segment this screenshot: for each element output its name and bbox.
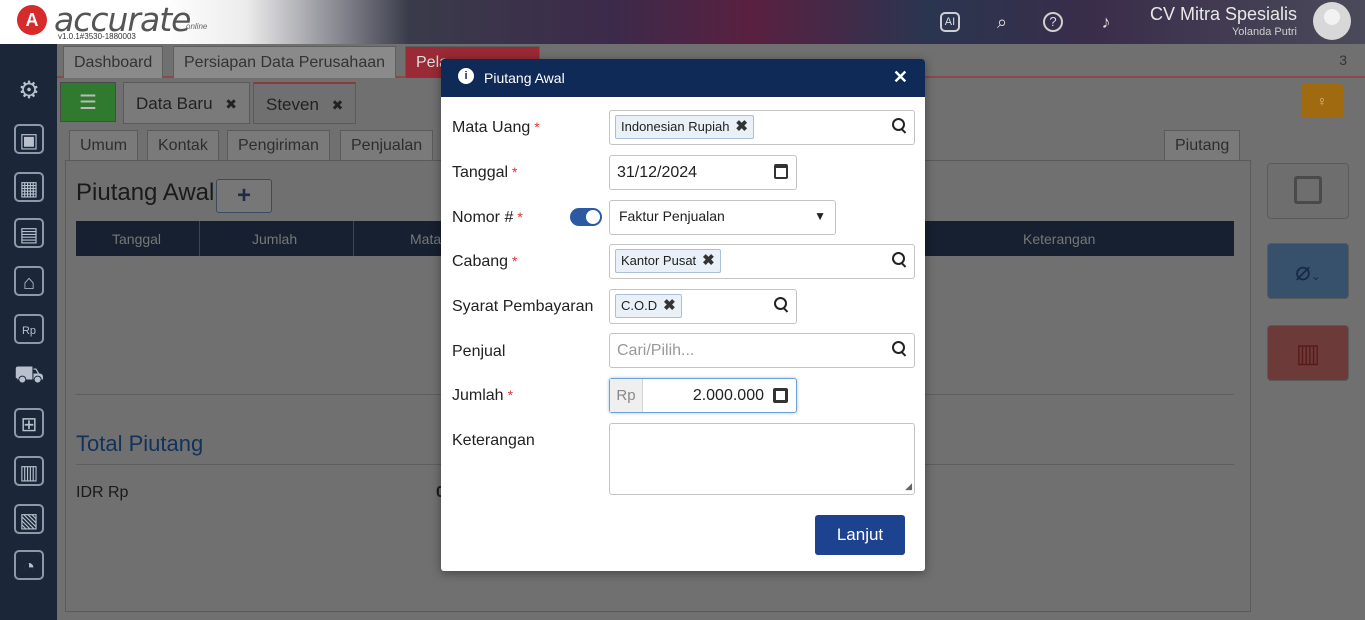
branch-label: Cabang *	[452, 253, 518, 270]
terms-field[interactable]: C.O.D ✖	[609, 289, 797, 324]
currency-field[interactable]: Indonesian Rupiah ✖	[609, 110, 915, 145]
calendar-icon[interactable]	[774, 164, 788, 179]
calculator-icon[interactable]	[773, 388, 788, 403]
money-bag-icon[interactable]: Rp	[14, 314, 44, 344]
tab-umum[interactable]: Umum	[69, 130, 139, 160]
tab-kontak[interactable]: Kontak	[147, 130, 219, 160]
notes-textarea[interactable]: ◢	[609, 423, 915, 495]
info-icon: i	[458, 68, 474, 84]
amount-value: 2.000.000	[692, 387, 764, 404]
seller-placeholder: Cari/Pilih...	[617, 342, 695, 359]
branch-field[interactable]: Kantor Pusat ✖	[609, 244, 915, 279]
save-icon	[1294, 176, 1322, 204]
app-edition: online	[186, 22, 208, 31]
tab-persiapan[interactable]: Persiapan Data Perusahaan	[173, 46, 397, 78]
currency-prefix: Rp	[610, 379, 643, 412]
dialog-header: i Piutang Awal ✕	[441, 59, 925, 97]
cart-icon[interactable]: ⛟	[14, 360, 44, 390]
col-keterangan: Keterangan	[1023, 231, 1096, 247]
trash-icon: ▥	[1295, 338, 1321, 368]
delete-button[interactable]: ▥	[1267, 325, 1349, 381]
tab-label: Data Baru	[136, 94, 213, 113]
number-type-value: Faktur Penjualan	[619, 208, 725, 224]
branch-tag: Kantor Pusat ✖	[615, 249, 721, 273]
tab-pengiriman[interactable]: Pengiriman	[227, 130, 330, 160]
search-icon[interactable]: ⌕	[990, 10, 1014, 34]
company-name[interactable]: CV Mitra Spesialis	[1150, 4, 1297, 25]
tab-piutang[interactable]: Piutang	[1164, 130, 1241, 160]
terms-label: Syarat Pembayaran	[452, 298, 594, 315]
amount-label: Jumlah *	[452, 387, 514, 404]
dialog-title: Piutang Awal	[484, 70, 565, 86]
panel-title: Piutang Awal	[76, 179, 215, 206]
ai-icon[interactable]: AI	[940, 12, 960, 32]
factory-icon[interactable]: ▥	[14, 456, 44, 486]
col-tanggal: Tanggal	[112, 231, 162, 247]
remove-tag-icon[interactable]: ✖	[663, 297, 676, 314]
chevron-down-icon: ⌄	[1310, 269, 1321, 283]
date-label: Tanggal *	[452, 164, 518, 181]
sidebar: ⚙ ▣ ▦ ▤ ⌂ Rp ⛟ ⊞ ▥ ▧ ◔	[0, 44, 57, 620]
search-icon[interactable]	[892, 118, 908, 134]
currency-tag: Indonesian Rupiah ✖	[615, 115, 754, 139]
auto-number-toggle[interactable]	[570, 208, 602, 226]
seller-field[interactable]: Cari/Pilih...	[609, 333, 915, 368]
search-icon[interactable]	[892, 252, 908, 268]
paperclip-icon: ⌀	[1295, 256, 1311, 286]
lightbulb-icon[interactable]: ♀	[1301, 84, 1343, 118]
notes-label: Keterangan	[452, 432, 535, 449]
search-icon[interactable]	[774, 297, 790, 313]
piutang-awal-dialog: i Piutang Awal ✕ Mata Uang * Indonesian R…	[441, 59, 925, 571]
amount-field[interactable]: Rp 2.000.000	[609, 378, 797, 413]
tab-steven[interactable]: Steven ✖	[253, 82, 357, 124]
currency-label: Mata Uang *	[452, 119, 540, 136]
app-version: v1.0.1#3530-1880003	[58, 32, 136, 41]
add-piutang-button[interactable]: +	[216, 179, 272, 213]
search-icon[interactable]	[892, 341, 908, 357]
book-icon[interactable]: ▤	[14, 218, 44, 248]
logo-icon[interactable]: A	[17, 5, 47, 35]
col-mata: Mata	[410, 231, 442, 247]
currency-label: IDR Rp	[76, 484, 129, 501]
bell-icon[interactable]: ♪	[1094, 10, 1118, 34]
close-icon[interactable]: ✖	[332, 97, 344, 113]
date-field[interactable]: 31/12/2024	[609, 155, 797, 190]
list-menu-button[interactable]: ☰	[60, 82, 116, 122]
resize-handle-icon[interactable]: ◢	[905, 481, 912, 492]
settings-icon[interactable]: ⚙	[14, 76, 44, 106]
tab-data-baru[interactable]: Data Baru ✖	[123, 82, 251, 124]
total-piutang-title: Total Piutang	[76, 431, 204, 456]
bank-icon[interactable]: ⌂	[14, 266, 44, 296]
tab-label: Steven	[266, 95, 319, 114]
tab-penjualan[interactable]: Penjualan	[340, 130, 434, 160]
terms-tag: C.O.D ✖	[615, 294, 682, 318]
help-icon[interactable]: ?	[1043, 12, 1063, 32]
purchase-icon[interactable]: ⊞	[14, 408, 44, 438]
col-jumlah: Jumlah	[252, 231, 298, 247]
cashier-icon[interactable]: ▣	[14, 124, 44, 154]
seller-label: Penjual	[452, 343, 506, 360]
user-name: Yolanda Putri	[1231, 26, 1297, 38]
number-label: Nomor # *	[452, 209, 523, 226]
top-bar: A accurate online v1.0.1#3530-1880003 AI…	[0, 0, 1365, 44]
date-value: 31/12/2024	[617, 164, 698, 181]
save-button[interactable]	[1267, 163, 1349, 219]
building-icon[interactable]: ▦	[14, 172, 44, 202]
tab-dashboard[interactable]: Dashboard	[63, 46, 164, 78]
attachment-button[interactable]: ⌀⌄	[1267, 243, 1349, 299]
close-icon[interactable]: ✖	[225, 96, 237, 112]
remove-tag-icon[interactable]: ✖	[735, 118, 748, 135]
chevron-down-icon: ▼	[814, 209, 826, 223]
number-type-select[interactable]: Faktur Penjualan ▼	[609, 200, 836, 235]
tax-icon[interactable]: ▧	[14, 504, 44, 534]
remove-tag-icon[interactable]: ✖	[702, 252, 715, 269]
close-icon[interactable]: ✕	[893, 67, 908, 88]
report-icon[interactable]: ◔	[14, 550, 44, 580]
tabs-count[interactable]: 3	[1339, 52, 1347, 68]
lanjut-button[interactable]: Lanjut	[815, 515, 905, 555]
avatar[interactable]	[1313, 2, 1351, 40]
